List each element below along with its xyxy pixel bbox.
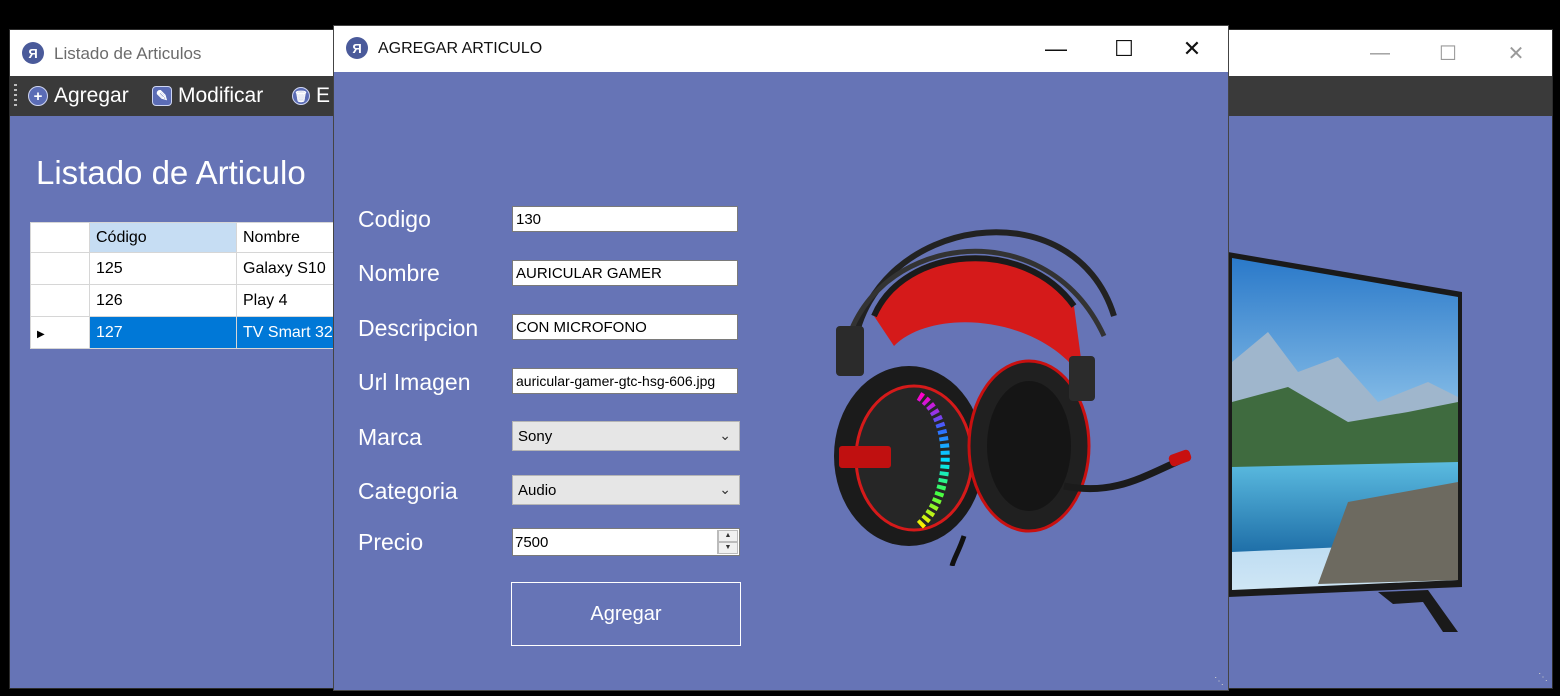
cell-codigo[interactable]: 126	[89, 284, 237, 317]
chevron-down-icon: ⌄	[719, 481, 731, 497]
add-button[interactable]: + Agregar	[28, 81, 129, 111]
cell-nombre[interactable]: Galaxy S10	[236, 252, 344, 285]
marca-select-value: Sony	[518, 427, 553, 445]
cell-nombre[interactable]: TV Smart 32	[236, 316, 344, 349]
row-header[interactable]	[30, 284, 90, 317]
column-header-codigo[interactable]: Código	[89, 222, 237, 253]
page-title: Listado de Articulo	[36, 154, 306, 191]
column-header-nombre[interactable]: Nombre	[236, 222, 344, 253]
spin-down-icon[interactable]: ▼	[718, 542, 738, 554]
precio-spin-buttons: ▲ ▼	[717, 530, 738, 554]
label-precio: Precio	[358, 529, 424, 555]
add-icon: +	[28, 86, 48, 106]
table-row[interactable]: 125 Galaxy S10	[30, 252, 344, 285]
maximize-icon[interactable]: ☐	[1090, 26, 1158, 72]
cell-codigo[interactable]: 125	[89, 252, 237, 285]
articles-grid[interactable]: Código Nombre 125 Galaxy S10 126 Play 4 …	[30, 222, 344, 349]
row-header[interactable]	[30, 252, 90, 285]
precio-stepper[interactable]: ▲ ▼	[512, 528, 740, 556]
url-imagen-input[interactable]	[512, 368, 738, 394]
precio-input[interactable]	[515, 530, 710, 554]
label-url-imagen: Url Imagen	[358, 369, 471, 395]
modify-button[interactable]: ✎ Modificar	[152, 81, 263, 111]
spin-up-icon[interactable]: ▲	[718, 530, 738, 542]
maximize-icon[interactable]: ☐	[1414, 30, 1482, 76]
cell-codigo[interactable]: 127	[89, 316, 237, 349]
minimize-icon[interactable]: —	[1346, 30, 1414, 76]
delete-button-label: E	[316, 84, 331, 107]
close-icon[interactable]: ✕	[1158, 26, 1226, 72]
toolbar-grip[interactable]	[14, 84, 17, 106]
article-image-headset	[834, 229, 1192, 566]
agregar-button[interactable]: Agregar	[511, 582, 741, 646]
nombre-input[interactable]	[512, 260, 738, 286]
categoria-select[interactable]: Audio ⌄	[512, 475, 740, 505]
modify-button-label: Modificar	[178, 84, 264, 107]
label-categoria: Categoria	[358, 478, 458, 504]
label-codigo: Codigo	[358, 206, 431, 232]
marca-select[interactable]: Sony ⌄	[512, 421, 740, 451]
dialog-title: AGREGAR ARTICULO	[378, 40, 543, 57]
descripcion-input[interactable]	[512, 314, 738, 340]
main-window-title: Listado de Articulos	[54, 44, 202, 63]
codigo-input[interactable]	[512, 206, 738, 232]
categoria-select-value: Audio	[518, 481, 557, 499]
resize-grip-icon[interactable]: ⋱	[1538, 672, 1548, 683]
grid-header-row: Código Nombre	[30, 222, 344, 253]
dialog-title-bar[interactable]: Я AGREGAR ARTICULO — ☐ ✕	[334, 26, 1228, 72]
resize-grip-icon[interactable]: ⋱	[1214, 676, 1224, 687]
row-header[interactable]: ▶	[30, 316, 90, 349]
label-marca: Marca	[358, 424, 422, 450]
minimize-icon[interactable]: —	[1022, 26, 1090, 72]
cell-nombre[interactable]: Play 4	[236, 284, 344, 317]
current-row-indicator-icon: ▶	[37, 328, 45, 340]
app-icon: Я	[346, 37, 368, 59]
table-row-selected[interactable]: ▶ 127 TV Smart 32	[30, 316, 344, 349]
app-icon: Я	[22, 42, 44, 64]
label-descripcion: Descripcion	[358, 315, 479, 341]
article-image-tv	[1228, 252, 1462, 632]
label-nombre: Nombre	[358, 260, 440, 286]
table-row[interactable]: 126 Play 4	[30, 284, 344, 317]
add-article-dialog: Я AGREGAR ARTICULO — ☐ ✕ Codigo Nombre D…	[334, 26, 1228, 690]
close-icon[interactable]: ✕	[1482, 30, 1550, 76]
add-button-label: Agregar	[54, 84, 129, 107]
delete-button[interactable]: 🗑 E	[292, 81, 330, 111]
edit-icon: ✎	[152, 86, 172, 106]
chevron-down-icon: ⌄	[719, 427, 731, 443]
grid-corner-cell[interactable]	[30, 222, 90, 253]
delete-icon: 🗑	[292, 87, 310, 105]
